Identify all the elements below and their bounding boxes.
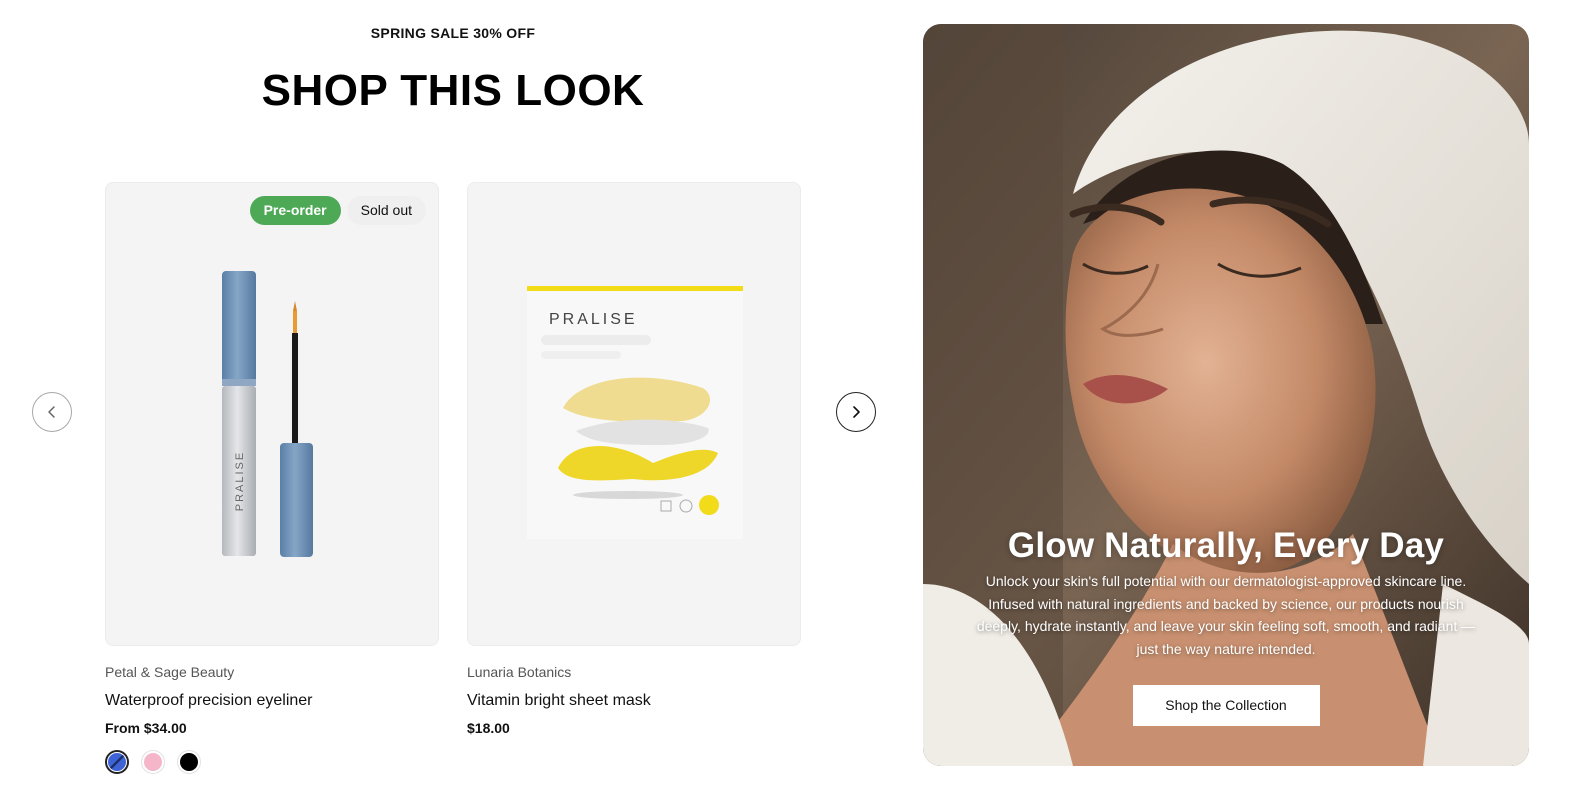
carousel-next-button[interactable] xyxy=(836,392,876,432)
promo-eyebrow: SPRING SALE 30% OFF xyxy=(370,25,536,41)
hero-banner: Glow Naturally, Every Day Unlock your sk… xyxy=(923,24,1529,766)
swatch-blue[interactable] xyxy=(105,750,129,774)
chevron-right-icon xyxy=(853,406,860,418)
hero-title: Glow Naturally, Every Day xyxy=(1007,526,1445,565)
sheet-mask-illustration: PRALISE xyxy=(527,286,743,539)
swatch-pink[interactable] xyxy=(141,750,165,774)
product-price: From $34.00 xyxy=(105,720,187,736)
eyeliner-brand-label: PRALISE xyxy=(234,451,246,511)
product-card-sheet-mask[interactable]: PRALISE Lunaria Botanics Vitamin bright … xyxy=(467,182,801,736)
shop-collection-button[interactable]: Shop the Collection xyxy=(1132,685,1320,726)
product-name-link[interactable]: Waterproof precision eyeliner xyxy=(105,692,439,710)
color-swatches xyxy=(105,750,439,774)
product-name-link[interactable]: Vitamin bright sheet mask xyxy=(467,692,801,710)
chevron-left-icon xyxy=(48,406,55,418)
product-vendor: Lunaria Botanics xyxy=(467,664,572,680)
product-price: $18.00 xyxy=(467,720,510,736)
sheet-mask-brand-label: PRALISE xyxy=(549,311,638,328)
product-vendor: Petal & Sage Beauty xyxy=(105,664,235,680)
section-title: SHOP THIS LOOK xyxy=(261,66,645,115)
hero-description: Unlock your skin's full potential with o… xyxy=(976,573,1476,657)
carousel-prev-button[interactable] xyxy=(32,392,72,432)
product-image-eyeliner[interactable]: Pre-order Sold out PRALISE xyxy=(105,182,439,646)
product-card-eyeliner[interactable]: Pre-order Sold out PRALISE Petal & Sage … xyxy=(105,182,439,774)
eyeliner-illustration: PRALISE xyxy=(222,271,313,557)
swatch-black[interactable] xyxy=(177,750,201,774)
product-image-sheet-mask[interactable]: PRALISE xyxy=(467,182,801,646)
hero-content: Glow Naturally, Every Day Unlock your sk… xyxy=(923,526,1529,726)
